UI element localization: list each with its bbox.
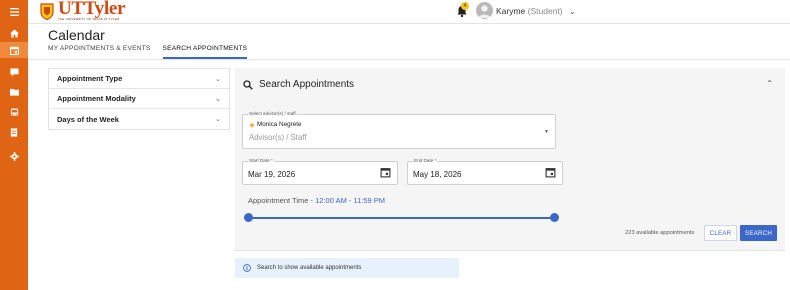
tab-bar: MY APPOINTMENTS & EVENTS SEARCH APPOINTM…: [48, 42, 259, 59]
search-button[interactable]: SEARCH: [740, 225, 777, 241]
filter-appointment-type[interactable]: Appointment Type ⌄: [49, 69, 229, 89]
time-slider-start-handle[interactable]: [244, 213, 253, 222]
info-icon: [243, 264, 251, 272]
logo-text: UTTyler: [58, 0, 126, 19]
available-count: 223 available appointments: [625, 230, 695, 236]
user-name[interactable]: Karyme (Student): [496, 6, 563, 16]
user-avatar-icon: [478, 5, 491, 18]
card-title: Search Appointments: [259, 79, 355, 90]
selected-advisor-name: Monica Negrete: [257, 121, 302, 128]
time-slider-end-handle[interactable]: [550, 213, 559, 222]
avatar[interactable]: [476, 2, 493, 19]
settings-icon[interactable]: [0, 148, 28, 164]
document-icon[interactable]: [0, 124, 28, 140]
page-title: Calendar: [48, 27, 105, 43]
selected-advisor: Monica Negrete: [249, 121, 301, 128]
calendar-icon[interactable]: [380, 167, 391, 178]
chevron-down-icon[interactable]: ⌄: [569, 7, 576, 16]
start-date-label: Start Date *: [248, 158, 274, 163]
home-icon[interactable]: [0, 25, 28, 41]
chevron-down-icon: ⌄: [215, 116, 221, 123]
user-name-text: Karyme: [496, 6, 526, 16]
filter-appointment-modality[interactable]: Appointment Modality ⌄: [49, 89, 229, 109]
advisor-select[interactable]: Select advisor(s) / staff Monica Negrete…: [242, 111, 556, 149]
university-logo[interactable]: UTTyler THE UNIVERSITY OF TEXAS AT TYLER: [40, 0, 126, 21]
filter-label: Appointment Modality: [57, 94, 136, 103]
filter-label: Days of the Week: [57, 114, 119, 124]
start-date-field[interactable]: Start Date * Mar 19, 2026: [242, 158, 398, 185]
notification-badge: 4: [461, 2, 469, 10]
advisor-label: Select advisor(s) / staff: [248, 111, 297, 116]
chevron-down-icon: ⌄: [215, 75, 221, 83]
chevron-up-icon[interactable]: ⌃: [766, 79, 773, 88]
time-slider-track[interactable]: [248, 217, 554, 219]
folder-icon[interactable]: [0, 84, 28, 100]
info-text: Search to show available appointments: [257, 265, 362, 271]
shield-logo-icon: [40, 2, 54, 20]
info-banner: Search to show available appointments: [235, 258, 459, 278]
chevron-down-icon: ⌄: [215, 95, 221, 103]
time-range-value: 12:00 AM - 11:59 PM: [315, 196, 386, 205]
card-header: Search Appointments: [243, 79, 354, 90]
filter-panel: Appointment Type ⌄ Appointment Modality …: [48, 68, 230, 130]
messages-icon[interactable]: [0, 64, 28, 80]
tab-my-appointments[interactable]: MY APPOINTMENTS & EVENTS: [48, 42, 151, 59]
search-icon: [243, 79, 253, 90]
end-date-label: End Date *: [413, 158, 438, 163]
advisor-placeholder: Advisor(s) / Staff: [249, 133, 307, 142]
side-rail: [0, 0, 28, 290]
menu-icon[interactable]: [0, 4, 28, 20]
logo-subtitle: THE UNIVERSITY OF TEXAS AT TYLER: [58, 17, 120, 21]
star-icon: [249, 121, 255, 128]
start-date-value: Mar 19, 2026: [248, 170, 296, 179]
end-date-field[interactable]: End Date * May 18, 2026: [407, 158, 563, 185]
calendar-icon[interactable]: [545, 167, 556, 178]
tab-search-appointments[interactable]: SEARCH APPOINTMENTS: [162, 42, 248, 59]
time-label-text: Appointment Time -: [248, 196, 316, 205]
calendar-icon[interactable]: [0, 42, 28, 58]
top-header: UTTyler THE UNIVERSITY OF TEXAS AT TYLER: [28, 0, 790, 24]
dropdown-caret-icon: ▼: [544, 129, 549, 135]
search-appointments-card: Search Appointments ⌃ Select advisor(s) …: [235, 68, 785, 251]
bus-icon[interactable]: [0, 104, 28, 120]
end-date-value: May 18, 2026: [413, 170, 462, 179]
tab-divider: [28, 59, 790, 60]
filter-days-of-week[interactable]: Days of the Week ⌄: [49, 109, 229, 129]
user-role: (Student): [527, 6, 563, 16]
clear-button[interactable]: CLEAR: [704, 225, 737, 241]
appointment-time-label: Appointment Time - 12:00 AM - 11:59 PM: [248, 196, 385, 205]
filter-label: Appointment Type: [57, 74, 123, 83]
